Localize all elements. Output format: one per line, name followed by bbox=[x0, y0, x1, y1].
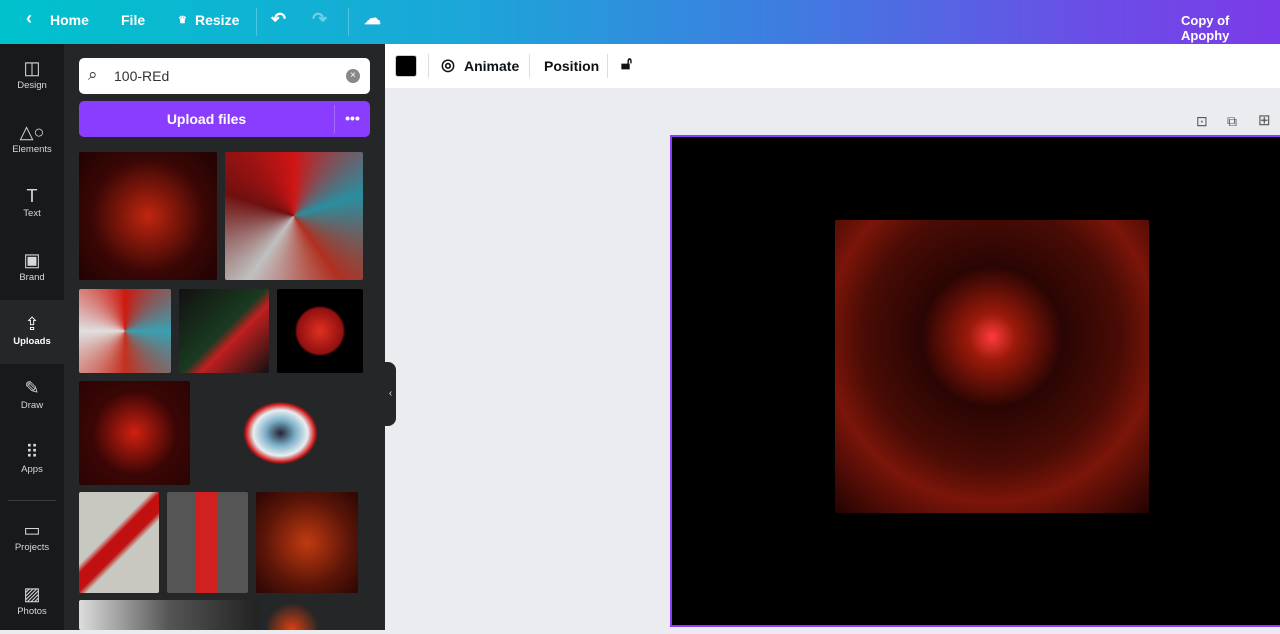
rail-draw[interactable]: ✎ Draw bbox=[0, 364, 64, 428]
undo-icon[interactable]: ↶ bbox=[271, 9, 286, 30]
add-page-icon[interactable]: ⊞ bbox=[1258, 111, 1271, 129]
rail-label: Projects bbox=[14, 542, 50, 553]
more-options-button[interactable]: ••• bbox=[335, 110, 370, 126]
side-rail: ◫ Design △○ Elements T Text ▣ Brand ⇪ Uploads… bbox=[0, 44, 64, 630]
lock-page-icon[interactable]: ⊡ bbox=[1196, 113, 1208, 130]
rail-label: Brand bbox=[19, 272, 45, 283]
top-bar: ‹ Home File ♛ Resize ↶ ↷ ☁ Copy of Apoph… bbox=[0, 0, 1280, 44]
rail-photos[interactable]: ▨ Photos bbox=[0, 570, 64, 634]
layout-icon: ◫ bbox=[23, 58, 41, 78]
design-title[interactable]: Copy of Apophy bbox=[1181, 13, 1280, 43]
crown-icon: ♛ bbox=[178, 15, 187, 26]
rail-label: Design bbox=[17, 80, 47, 91]
collapse-panel-handle[interactable]: ‹ bbox=[385, 362, 396, 426]
text-icon: T bbox=[26, 186, 38, 206]
position-button[interactable]: Position bbox=[544, 58, 599, 74]
redo-icon[interactable]: ↷ bbox=[312, 9, 327, 30]
resize-button[interactable]: Resize bbox=[195, 12, 239, 28]
rail-label: Apps bbox=[21, 464, 43, 475]
rail-label: Uploads bbox=[13, 336, 51, 347]
clear-icon[interactable]: × bbox=[346, 69, 360, 83]
color-swatch[interactable] bbox=[395, 55, 417, 77]
chevron-left-icon[interactable]: ‹ bbox=[26, 8, 32, 29]
animate-button[interactable]: Animate bbox=[464, 58, 519, 74]
upload-label: Upload files bbox=[166, 111, 247, 127]
rail-text[interactable]: T Text bbox=[0, 172, 64, 236]
animate-icon: ◎ bbox=[441, 57, 455, 74]
rail-projects[interactable]: ▭ Projects bbox=[0, 506, 64, 570]
home-button[interactable]: Home bbox=[50, 12, 89, 28]
upload-thumbnail[interactable] bbox=[198, 381, 363, 485]
rail-label: Elements bbox=[12, 144, 52, 155]
folder-icon: ▭ bbox=[23, 520, 41, 540]
photo-icon: ▨ bbox=[23, 584, 41, 604]
editor-toolbar: ◎ Animate Position 🔓︎ bbox=[385, 44, 1280, 88]
upload-thumbnail[interactable] bbox=[79, 600, 259, 630]
search-icon: ⌕ bbox=[88, 65, 98, 84]
upload-thumbnail[interactable] bbox=[79, 289, 171, 373]
search-value[interactable]: 100-REd bbox=[114, 68, 169, 84]
rail-design[interactable]: ◫ Design bbox=[0, 44, 64, 108]
unlock-icon[interactable]: 🔓︎ bbox=[621, 54, 632, 74]
design-page[interactable] bbox=[670, 135, 1280, 627]
rail-brand[interactable]: ▣ Brand bbox=[0, 236, 64, 300]
upload-cloud-icon: ⇪ bbox=[24, 314, 40, 334]
upload-thumbnail[interactable] bbox=[179, 289, 269, 373]
brand-icon: ▣ bbox=[23, 250, 41, 270]
rail-label: Photos bbox=[17, 606, 47, 617]
upload-thumbnail[interactable] bbox=[277, 289, 363, 373]
rail-uploads[interactable]: ⇪ Uploads bbox=[0, 300, 64, 364]
upload-thumbnail[interactable] bbox=[167, 492, 248, 593]
file-menu[interactable]: File bbox=[121, 12, 145, 28]
upload-thumbnail[interactable] bbox=[79, 381, 190, 485]
rail-elements[interactable]: △○ Elements bbox=[0, 108, 64, 172]
draw-icon: ✎ bbox=[24, 378, 40, 398]
cloud-saved-icon[interactable]: ☁ bbox=[364, 9, 381, 29]
shapes-icon: △○ bbox=[19, 122, 45, 142]
upload-thumbnail[interactable] bbox=[79, 492, 159, 593]
search-input[interactable]: ⌕ 100-REd × bbox=[79, 58, 370, 94]
duplicate-page-icon[interactable]: ⧉ bbox=[1227, 113, 1237, 130]
upload-files-button[interactable]: Upload files ••• bbox=[79, 101, 370, 137]
upload-thumbnail[interactable] bbox=[256, 492, 358, 593]
upload-thumbnail[interactable] bbox=[225, 152, 363, 280]
upload-thumbnail[interactable] bbox=[267, 600, 317, 630]
rail-apps[interactable]: ⠿ Apps bbox=[0, 428, 64, 492]
rail-label: Draw bbox=[20, 400, 44, 411]
fractal-image[interactable] bbox=[835, 220, 1149, 513]
apps-icon: ⠿ bbox=[25, 442, 39, 462]
upload-thumbnail[interactable] bbox=[79, 152, 217, 280]
uploads-panel: ⌕ 100-REd × Upload files ••• bbox=[64, 44, 385, 630]
rail-label: Text bbox=[23, 208, 41, 219]
